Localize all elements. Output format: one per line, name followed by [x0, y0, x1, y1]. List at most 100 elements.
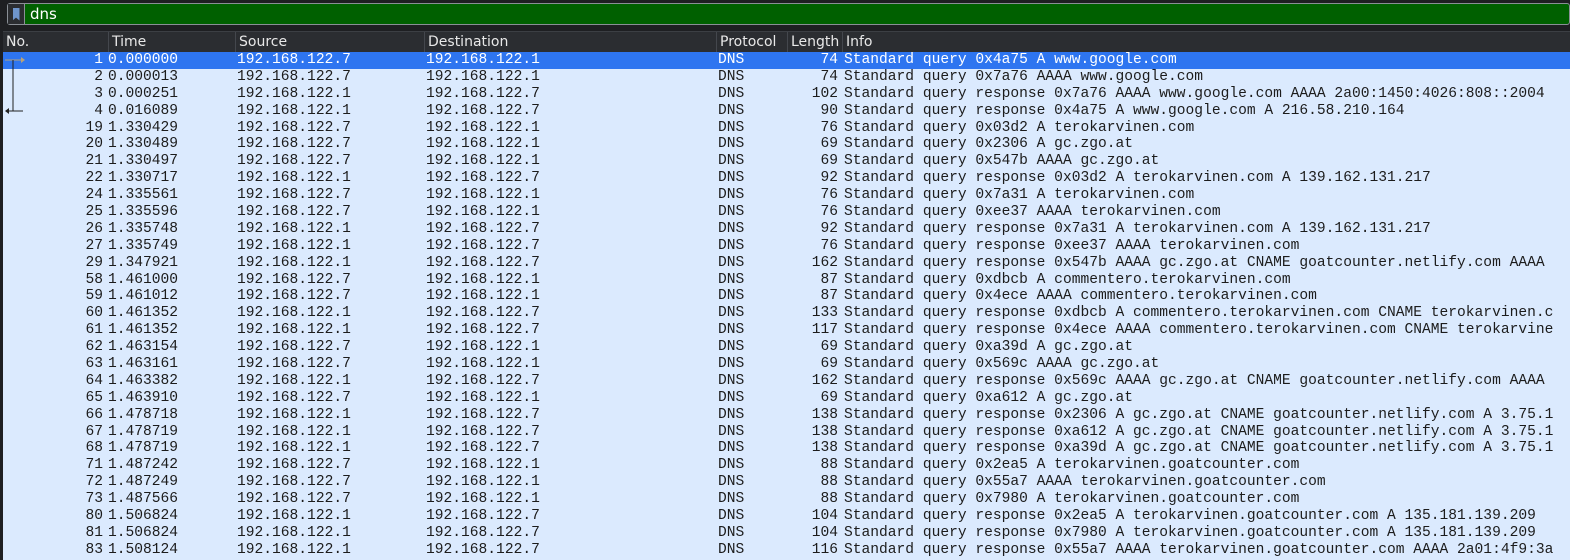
packet-row[interactable]: 26 1.335748 192.168.122.1 192.168.122.7 DNS 9…: [3, 221, 1570, 238]
packet-destination: 192.168.122.1: [426, 119, 540, 136]
packet-row[interactable]: 19 1.330429 192.168.122.7 192.168.122.1 DNS 7…: [3, 120, 1570, 137]
packet-row[interactable]: 29 1.347921 192.168.122.1 192.168.122.7 DNS 1…: [3, 255, 1570, 272]
packet-number: 65: [85, 389, 103, 406]
packet-row[interactable]: 67 1.478719 192.168.122.1 192.168.122.7 DNS 1…: [3, 424, 1570, 441]
packet-row[interactable]: 64 1.463382 192.168.122.1 192.168.122.7 DNS 1…: [3, 373, 1570, 390]
packet-row[interactable]: 21 1.330497 192.168.122.7 192.168.122.1 DNS 6…: [3, 153, 1570, 170]
packet-info: Standard query 0x55a7 AAAA terokarvinen.…: [844, 474, 1326, 491]
packet-row[interactable]: 4 0.016089 192.168.122.1 192.168.122.7 DNS 90…: [3, 103, 1570, 120]
packet-row[interactable]: 25 1.335596 192.168.122.7 192.168.122.1 DNS 7…: [3, 204, 1570, 221]
packet-length: 87: [820, 288, 838, 305]
packet-length: 76: [820, 204, 838, 221]
packet-row[interactable]: 20 1.330489 192.168.122.7 192.168.122.1 DNS 6…: [3, 136, 1570, 153]
packet-time: 1.463910: [108, 389, 179, 406]
packet-number: 24: [85, 187, 103, 204]
packet-time: 0.000251: [108, 85, 179, 102]
packet-row[interactable]: 66 1.478718 192.168.122.1 192.168.122.7 DNS 1…: [3, 407, 1570, 424]
packet-row[interactable]: 27 1.335749 192.168.122.1 192.168.122.7 DNS 7…: [3, 238, 1570, 255]
packet-info: Standard query response 0x7a31 A terokar…: [844, 220, 1431, 237]
column-header-protocol[interactable]: Protocol: [716, 32, 787, 52]
packet-protocol: DNS: [718, 389, 745, 406]
packet-protocol: DNS: [718, 52, 745, 68]
packet-number: 59: [85, 288, 103, 305]
packet-source: 192.168.122.7: [237, 356, 351, 373]
packet-info: Standard query response 0x4ece AAAA comm…: [844, 322, 1554, 339]
packet-protocol: DNS: [718, 237, 745, 254]
packet-source: 192.168.122.1: [237, 541, 351, 558]
packet-destination: 192.168.122.1: [426, 68, 540, 85]
column-header-destination[interactable]: Destination: [424, 32, 716, 52]
column-header-info[interactable]: Info: [842, 32, 1570, 52]
packet-row[interactable]: 83 1.508124 192.168.122.1 192.168.122.7 DNS 1…: [3, 542, 1570, 559]
packet-protocol: DNS: [718, 288, 745, 305]
packet-row[interactable]: 61 1.461352 192.168.122.1 192.168.122.7 DNS 1…: [3, 322, 1570, 339]
packet-source: 192.168.122.7: [237, 457, 351, 474]
packet-row[interactable]: 59 1.461012 192.168.122.7 192.168.122.1 DNS 8…: [3, 288, 1570, 305]
packet-row[interactable]: 63 1.463161 192.168.122.7 192.168.122.1 DNS 6…: [3, 356, 1570, 373]
packet-time: 1.487566: [108, 491, 179, 508]
packet-number: 25: [85, 204, 103, 221]
packet-info: Standard query 0x4a75 A www.google.com: [844, 52, 1177, 68]
packet-row-selected[interactable]: 1 0.000000 192.168.122.7 192.168.122.1 DNS 74…: [3, 52, 1570, 69]
packet-number: 68: [85, 440, 103, 457]
packet-destination: 192.168.122.1: [426, 187, 540, 204]
display-filter-input[interactable]: dns: [25, 5, 57, 23]
packet-protocol: DNS: [718, 474, 745, 491]
packet-source: 192.168.122.1: [237, 508, 351, 525]
packet-length: 88: [820, 491, 838, 508]
packet-row[interactable]: 81 1.506824 192.168.122.1 192.168.122.7 DNS 1…: [3, 525, 1570, 542]
packet-row[interactable]: 2 0.000013 192.168.122.7 192.168.122.1 DNS 74…: [3, 69, 1570, 86]
packet-source: 192.168.122.1: [237, 440, 351, 457]
packet-time: 1.506824: [108, 508, 179, 525]
packet-length: 69: [820, 153, 838, 170]
packet-time: 0.000013: [108, 68, 179, 85]
packet-number: 19: [85, 119, 103, 136]
packet-number: 29: [85, 254, 103, 271]
packet-time: 1.330429: [108, 119, 179, 136]
packet-info: Standard query 0x7a76 AAAA www.google.co…: [844, 68, 1204, 85]
packet-info: Standard query response 0x7980 A terokar…: [844, 524, 1536, 541]
packet-length: 117: [811, 322, 838, 339]
packet-number: 64: [85, 372, 103, 389]
packet-protocol: DNS: [718, 372, 745, 389]
packet-time: 1.330489: [108, 136, 179, 153]
packet-time: 0.000000: [108, 52, 179, 68]
packet-protocol: DNS: [718, 406, 745, 423]
packet-destination: 192.168.122.7: [426, 372, 540, 389]
packet-list[interactable]: No. Time Source Destination Protocol Len…: [3, 31, 1570, 560]
packet-protocol: DNS: [718, 119, 745, 136]
column-header-length[interactable]: Length: [787, 32, 842, 52]
packet-row[interactable]: 58 1.461000 192.168.122.7 192.168.122.1 DNS 8…: [3, 272, 1570, 289]
packet-row[interactable]: 80 1.506824 192.168.122.1 192.168.122.7 DNS 1…: [3, 508, 1570, 525]
packet-destination: 192.168.122.7: [426, 220, 540, 237]
packet-source: 192.168.122.7: [237, 271, 351, 288]
packet-row[interactable]: 72 1.487249 192.168.122.7 192.168.122.1 DNS 8…: [3, 474, 1570, 491]
packet-time: 1.335596: [108, 204, 179, 221]
packet-row[interactable]: 65 1.463910 192.168.122.7 192.168.122.1 DNS 6…: [3, 390, 1570, 407]
packet-length: 92: [820, 220, 838, 237]
packet-row[interactable]: 73 1.487566 192.168.122.7 192.168.122.1 DNS 8…: [3, 491, 1570, 508]
packet-row[interactable]: 71 1.487242 192.168.122.7 192.168.122.1 DNS 8…: [3, 457, 1570, 474]
packet-source: 192.168.122.1: [237, 220, 351, 237]
packet-protocol: DNS: [718, 457, 745, 474]
packet-length: 162: [811, 372, 838, 389]
packet-number: 20: [85, 136, 103, 153]
packet-destination: 192.168.122.7: [426, 170, 540, 187]
packet-row[interactable]: 24 1.335561 192.168.122.7 192.168.122.1 DNS 7…: [3, 187, 1570, 204]
packet-row[interactable]: 62 1.463154 192.168.122.7 192.168.122.1 DNS 6…: [3, 339, 1570, 356]
column-header-source[interactable]: Source: [235, 32, 424, 52]
column-header-no[interactable]: No.: [3, 32, 108, 52]
display-filter-bar[interactable]: dns: [7, 3, 1570, 25]
packet-info: Standard query 0xa39d A gc.zgo.at: [844, 339, 1134, 356]
packet-row[interactable]: 3 0.000251 192.168.122.1 192.168.122.7 DNS 10…: [3, 86, 1570, 103]
column-header-time[interactable]: Time: [108, 32, 235, 52]
packet-row[interactable]: 60 1.461352 192.168.122.1 192.168.122.7 DNS 1…: [3, 305, 1570, 322]
bookmark-icon[interactable]: [8, 4, 25, 24]
packet-source: 192.168.122.1: [237, 102, 351, 119]
packet-number: 72: [85, 474, 103, 491]
packet-row[interactable]: 22 1.330717 192.168.122.1 192.168.122.7 DNS 9…: [3, 170, 1570, 187]
packet-row[interactable]: 68 1.478719 192.168.122.1 192.168.122.7 DNS 1…: [3, 440, 1570, 457]
packet-length: 88: [820, 474, 838, 491]
packet-source: 192.168.122.1: [237, 237, 351, 254]
packet-source: 192.168.122.7: [237, 136, 351, 153]
